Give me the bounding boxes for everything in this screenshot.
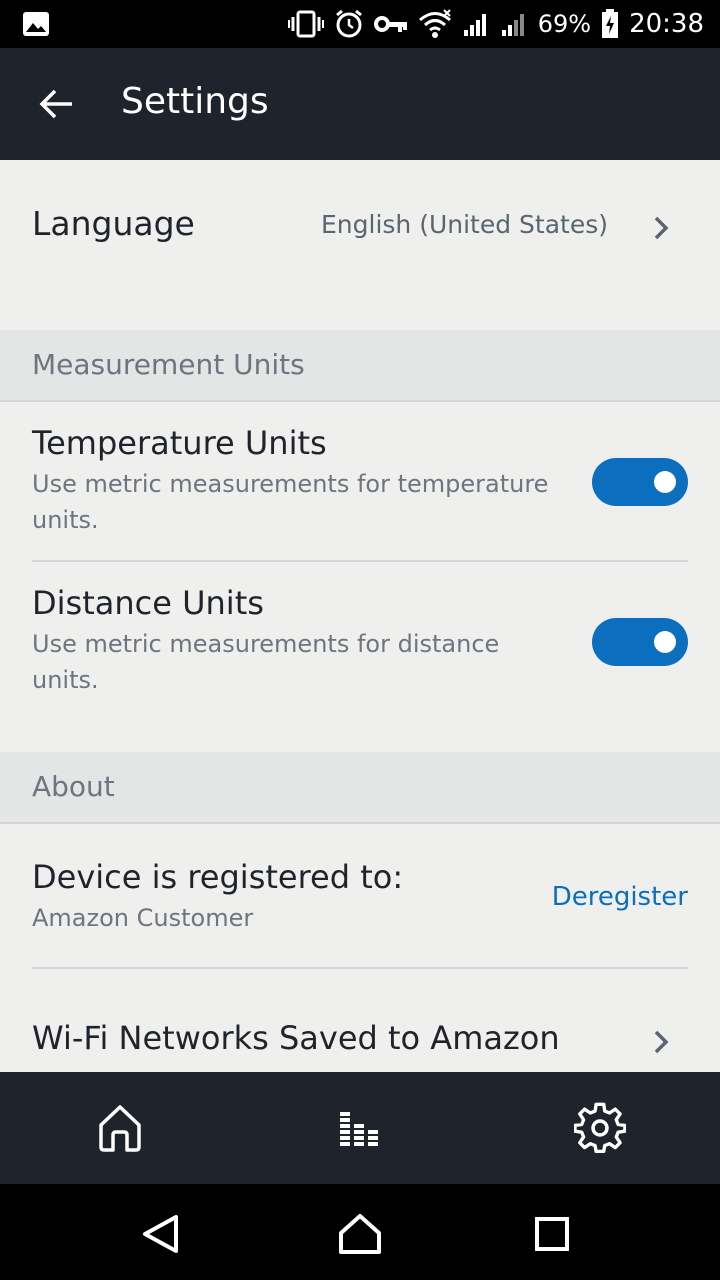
language-value: English (United States)	[320, 210, 608, 239]
signal-icon	[500, 10, 528, 38]
wifi-networks-label: Wi-Fi Networks Saved to Amazon	[32, 1019, 560, 1057]
arrow-back-icon[interactable]	[30, 78, 82, 130]
toggle-knob	[654, 631, 676, 653]
temperature-units-title: Temperature Units	[32, 424, 327, 462]
equalizer-icon[interactable]	[332, 1100, 388, 1156]
system-back-icon[interactable]	[136, 1212, 184, 1256]
temperature-units-toggle[interactable]	[592, 458, 688, 506]
section-header-about: About	[0, 752, 720, 824]
battery-charging-icon	[601, 9, 619, 39]
chevron-right-icon	[654, 216, 669, 240]
distance-units-toggle[interactable]	[592, 618, 688, 666]
status-time: 20:38	[629, 9, 704, 39]
wifi-networks-row[interactable]: Wi-Fi Networks Saved to Amazon	[0, 969, 720, 1072]
alarm-icon	[334, 9, 364, 39]
system-recents-icon[interactable]	[528, 1212, 576, 1256]
section-header-measurement: Measurement Units	[0, 330, 720, 402]
system-nav-bar	[0, 1184, 720, 1280]
language-label: Language	[32, 204, 195, 243]
bottom-nav	[0, 1072, 720, 1184]
image-icon	[22, 11, 50, 41]
battery-percent: 69%	[537, 10, 592, 38]
home-icon[interactable]	[92, 1100, 148, 1156]
vibrate-icon	[287, 10, 324, 38]
distance-units-description: Use metric measurements for distance uni…	[32, 630, 500, 694]
gear-icon[interactable]	[572, 1100, 628, 1156]
vpn-key-icon	[373, 14, 408, 34]
signal-icon	[462, 10, 490, 38]
page-title: Settings	[121, 81, 269, 122]
toggle-knob	[654, 471, 676, 493]
chevron-right-icon	[654, 1030, 669, 1054]
section-header-label: About	[32, 770, 115, 803]
app-bar: Settings	[0, 48, 720, 160]
device-registration-row: Device is registered to: Amazon Customer…	[0, 824, 720, 968]
deregister-button[interactable]: Deregister	[552, 882, 688, 912]
registered-label: Device is registered to:	[32, 858, 404, 896]
wifi-icon	[418, 9, 452, 39]
temperature-units-row: Temperature Units Use metric measurement…	[0, 402, 720, 560]
distance-units-row: Distance Units Use metric measurements f…	[0, 562, 720, 752]
temperature-units-description: Use metric measurements for temperature …	[32, 470, 549, 534]
status-bar: 69% 20:38	[0, 0, 720, 48]
distance-units-title: Distance Units	[32, 584, 264, 622]
system-home-icon[interactable]	[336, 1212, 384, 1256]
language-row[interactable]: Language English (United States)	[0, 160, 720, 330]
section-header-label: Measurement Units	[32, 348, 305, 381]
registered-value: Amazon Customer	[32, 904, 254, 932]
